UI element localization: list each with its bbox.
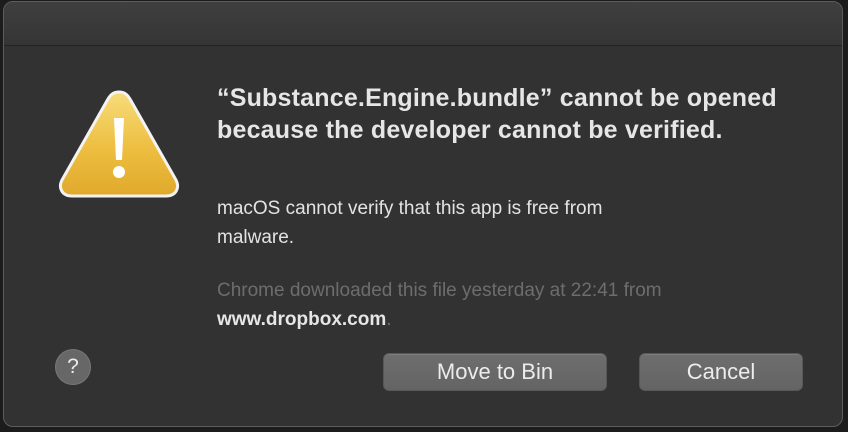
download-source-text: Chrome downloaded this file yesterday at… [217,276,817,334]
dialog-message: macOS cannot verify that this app is fre… [217,198,603,248]
warning-triangle-icon [58,90,180,198]
dialog-titlebar [4,2,842,46]
move-to-bin-button[interactable]: Move to Bin [383,353,607,391]
cancel-button[interactable]: Cancel [639,353,803,391]
help-button[interactable]: ? [55,349,91,385]
security-alert-dialog: “Substance.Engine.bundle” cannot be open… [3,1,843,427]
dialog-title: “Substance.Engine.bundle” cannot be open… [217,84,777,144]
download-source-suffix: . [386,309,392,330]
download-source-prefix: Chrome downloaded this file yesterday at… [217,280,662,301]
download-source-domain: www.dropbox.com [217,309,387,330]
